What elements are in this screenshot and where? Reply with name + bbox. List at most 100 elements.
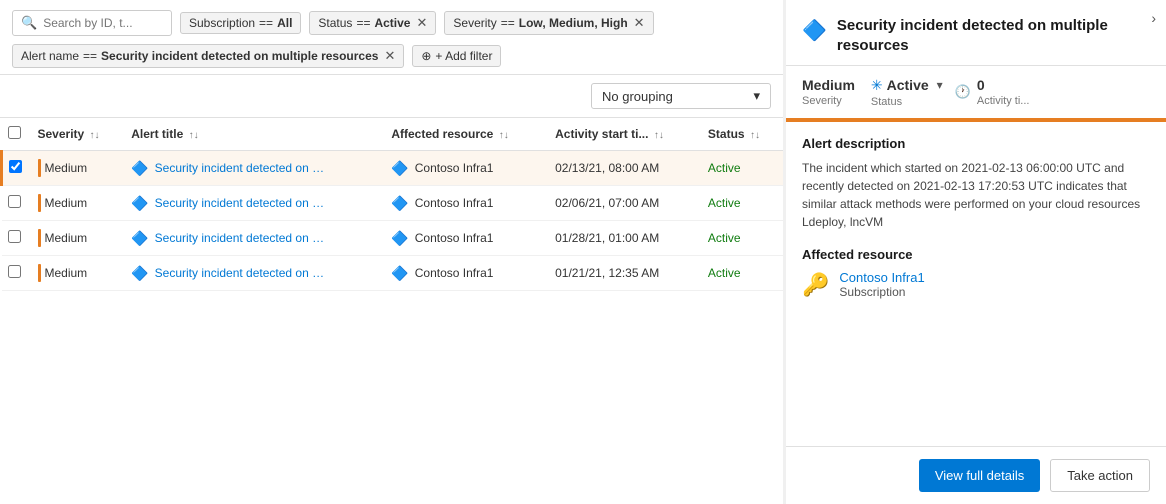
filter-chip-subscription-value: All bbox=[277, 16, 292, 30]
table-row[interactable]: Medium 🔷 Security incident detected on m… bbox=[2, 221, 784, 256]
row-checkbox-1[interactable] bbox=[8, 195, 21, 208]
panel-title: Security incident detected on multiple r… bbox=[837, 16, 1150, 55]
alert-icon-0: 🔷 bbox=[131, 160, 148, 177]
search-icon: 🔍 bbox=[21, 15, 37, 31]
row-checkbox-2[interactable] bbox=[8, 230, 21, 243]
header-activity-start-label: Activity start ti... bbox=[555, 127, 648, 141]
resource-link[interactable]: Contoso Infra1 bbox=[839, 270, 924, 285]
alert-icon-3: 🔷 bbox=[131, 265, 148, 282]
filter-chip-severity: Severity == Low, Medium, High ✕ bbox=[444, 11, 653, 35]
header-checkbox-cell bbox=[2, 118, 32, 151]
row-checkbox-3[interactable] bbox=[8, 265, 21, 278]
panel-activity-label: Activity ti... bbox=[977, 95, 1030, 107]
panel-close-button[interactable]: › bbox=[1151, 10, 1156, 26]
resource-name-1: Contoso Infra1 bbox=[415, 196, 494, 210]
header-activity-start: Activity start ti... ↑↓ bbox=[549, 118, 702, 151]
row-status-3: Active bbox=[702, 256, 783, 291]
activity-sort-icon[interactable]: ↑↓ bbox=[654, 130, 664, 141]
resource-icon-3: 🔷 bbox=[391, 265, 408, 282]
row-alert-title-0: 🔷 Security incident detected on m... bbox=[125, 151, 385, 186]
table-row[interactable]: Medium 🔷 Security incident detected on m… bbox=[2, 151, 784, 186]
search-box[interactable]: 🔍 bbox=[12, 10, 172, 36]
alert-title-sort-icon[interactable]: ↑↓ bbox=[189, 130, 199, 141]
panel-title-row: 🔷 Security incident detected on multiple… bbox=[802, 16, 1150, 55]
row-activity-0: 02/13/21, 08:00 AM bbox=[549, 151, 702, 186]
panel-severity-value: Medium bbox=[802, 77, 855, 93]
filter-chip-status-value: Active bbox=[374, 16, 410, 30]
row-severity-1: Medium bbox=[32, 186, 126, 221]
filter-chip-alert-name: Alert name == Security incident detected… bbox=[12, 44, 404, 68]
severity-value-3: Medium bbox=[45, 266, 88, 280]
table-header-row: Severity ↑↓ Alert title ↑↓ Affected reso… bbox=[2, 118, 784, 151]
filter-chip-severity-value: Low, Medium, High bbox=[519, 16, 628, 30]
filter-chip-alert-name-close[interactable]: ✕ bbox=[384, 48, 395, 64]
resource-key-icon: 🔑 bbox=[802, 272, 829, 298]
resource-subscription: Subscription bbox=[839, 285, 924, 299]
filter-chip-alert-name-label: Alert name bbox=[21, 49, 79, 63]
row-checkbox-cell bbox=[2, 151, 32, 186]
resource-icon-0: 🔷 bbox=[391, 160, 408, 177]
panel-activity-item: 🕐 0 Activity ti... bbox=[955, 77, 1030, 107]
resource-name-2: Contoso Infra1 bbox=[415, 231, 494, 245]
row-activity-3: 01/21/21, 12:35 AM bbox=[549, 256, 702, 291]
filter-row-2: Alert name == Security incident detected… bbox=[12, 44, 771, 68]
affected-resource-sort-icon[interactable]: ↑↓ bbox=[499, 130, 509, 141]
severity-value-1: Medium bbox=[45, 196, 88, 210]
table-row[interactable]: Medium 🔷 Security incident detected on m… bbox=[2, 186, 784, 221]
resource-name-3: Contoso Infra1 bbox=[415, 266, 494, 280]
panel-shield-icon: 🔷 bbox=[802, 18, 827, 43]
add-filter-button[interactable]: ⊕ + Add filter bbox=[412, 45, 501, 67]
filter-chip-severity-close[interactable]: ✕ bbox=[634, 15, 645, 31]
resource-name-0: Contoso Infra1 bbox=[415, 161, 494, 175]
header-status: Status ↑↓ bbox=[702, 118, 783, 151]
row-resource-3: 🔷 Contoso Infra1 bbox=[385, 256, 549, 291]
alert-title-text-1: Security incident detected on m... bbox=[155, 196, 325, 210]
panel-status-dropdown-button[interactable]: ▾ bbox=[933, 76, 947, 94]
alerts-table-container: Severity ↑↓ Alert title ↑↓ Affected reso… bbox=[0, 118, 783, 504]
alert-title-text-0: Security incident detected on m... bbox=[155, 161, 325, 175]
header-severity-label: Severity bbox=[38, 127, 85, 141]
row-severity-0: Medium bbox=[32, 151, 126, 186]
severity-value-0: Medium bbox=[45, 161, 88, 175]
take-action-button[interactable]: Take action bbox=[1050, 459, 1150, 492]
select-all-checkbox[interactable] bbox=[8, 126, 21, 139]
row-status-1: Active bbox=[702, 186, 783, 221]
header-alert-title: Alert title ↑↓ bbox=[125, 118, 385, 151]
filter-chip-status-label: Status bbox=[318, 16, 352, 30]
row-activity-2: 01/28/21, 01:00 AM bbox=[549, 221, 702, 256]
header-status-label: Status bbox=[708, 127, 745, 141]
row-resource-2: 🔷 Contoso Infra1 bbox=[385, 221, 549, 256]
row-status-2: Active bbox=[702, 221, 783, 256]
affected-resource-title: Affected resource bbox=[802, 247, 1150, 262]
view-full-details-button[interactable]: View full details bbox=[919, 459, 1040, 492]
row-status-0: Active bbox=[702, 151, 783, 186]
alert-icon-1: 🔷 bbox=[131, 195, 148, 212]
search-input[interactable] bbox=[43, 16, 153, 30]
row-checkbox-0[interactable] bbox=[9, 160, 22, 173]
resource-icon-1: 🔷 bbox=[391, 195, 408, 212]
row-resource-0: 🔷 Contoso Infra1 bbox=[385, 151, 549, 186]
detail-panel: › 🔷 Security incident detected on multip… bbox=[786, 0, 1166, 504]
severity-sort-icon[interactable]: ↑↓ bbox=[90, 130, 100, 141]
header-alert-title-label: Alert title bbox=[131, 127, 183, 141]
alerts-table: Severity ↑↓ Alert title ↑↓ Affected reso… bbox=[0, 118, 783, 291]
filter-row-1: 🔍 Subscription == All Status == Active ✕ bbox=[12, 10, 771, 36]
status-sort-icon[interactable]: ↑↓ bbox=[750, 130, 760, 141]
table-row[interactable]: Medium 🔷 Security incident detected on m… bbox=[2, 256, 784, 291]
grouping-label: No grouping bbox=[602, 89, 673, 104]
row-alert-title-2: 🔷 Security incident detected on m... bbox=[125, 221, 385, 256]
add-filter-label: + Add filter bbox=[435, 49, 492, 63]
header-severity: Severity ↑↓ bbox=[32, 118, 126, 151]
header-affected-resource-label: Affected resource bbox=[391, 127, 493, 141]
alert-title-text-2: Security incident detected on m... bbox=[155, 231, 325, 245]
panel-header: › 🔷 Security incident detected on multip… bbox=[786, 0, 1166, 66]
row-resource-1: 🔷 Contoso Infra1 bbox=[385, 186, 549, 221]
filter-chip-status-close[interactable]: ✕ bbox=[416, 15, 427, 31]
resource-icon-2: 🔷 bbox=[391, 230, 408, 247]
panel-severity-label: Severity bbox=[802, 95, 855, 107]
panel-footer: View full details Take action bbox=[786, 446, 1166, 504]
grouping-dropdown[interactable]: No grouping ▾ bbox=[591, 83, 771, 109]
panel-status-item: ✳ Active ▾ Status bbox=[871, 76, 955, 108]
alert-icon-2: 🔷 bbox=[131, 230, 148, 247]
alert-description-title: Alert description bbox=[802, 136, 1150, 151]
